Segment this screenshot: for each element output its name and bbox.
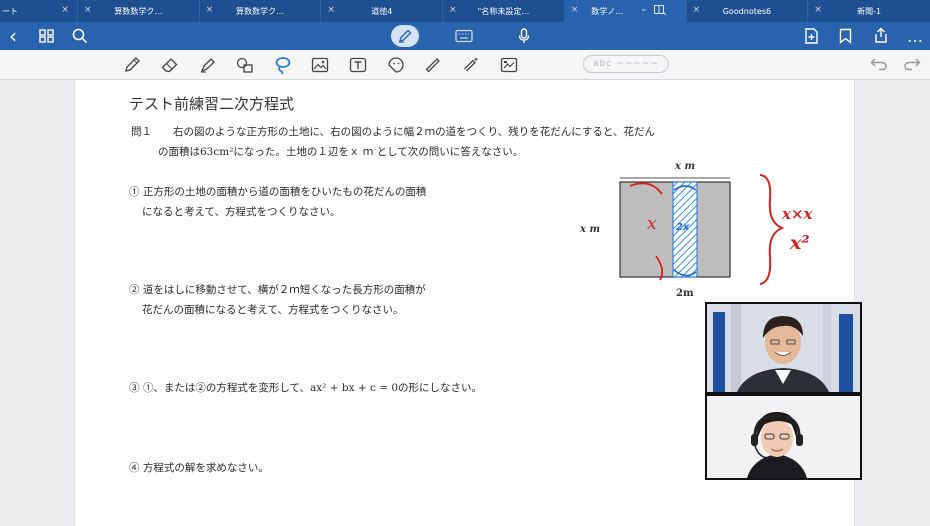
close-icon[interactable]: × [84, 5, 92, 15]
shapes-icon [236, 57, 253, 73]
tab-1[interactable]: ート × [0, 0, 78, 22]
image-icon [311, 57, 329, 73]
participant-1-avatar [707, 304, 860, 392]
close-icon[interactable]: × [449, 5, 457, 15]
tab-8[interactable]: × 新聞-1 [808, 0, 930, 22]
tab-5[interactable]: × "名称未設定… [443, 0, 565, 22]
tab-label: 数学ノ… [591, 6, 624, 16]
chevron-down-icon[interactable]: ⌄ [640, 4, 648, 14]
participant-2-avatar [707, 396, 860, 478]
ink-road-note: 2x [676, 222, 690, 233]
tab-label: Goodnotes6 [722, 6, 772, 16]
question-text-line-1: 右の図のような正方形の土地に、右の図のように幅２ｍの道をつくり、残りを花だんにす… [173, 126, 655, 138]
magic-pen-tool[interactable] [459, 53, 483, 77]
tab-label: ート [2, 6, 18, 16]
back-icon[interactable]: ‹ [4, 22, 22, 50]
ink-brace [759, 174, 785, 285]
share-icon[interactable] [873, 27, 889, 44]
close-icon[interactable]: × [693, 5, 701, 15]
keyboard-icon[interactable] [455, 29, 473, 43]
highlighter-icon [200, 58, 215, 73]
more-icon[interactable]: … [904, 22, 926, 50]
tab-7[interactable]: × Goodnotes6 [687, 0, 809, 22]
text-style-preview[interactable]: abc ~~~~~ [583, 55, 669, 73]
undo-icon[interactable] [870, 57, 888, 71]
lasso-tool-selected[interactable] [271, 53, 295, 77]
pen-mode-toggle[interactable] [391, 25, 419, 47]
ink-note-x-squared: x² [790, 232, 810, 254]
item-1-label: ① 正方形の土地の面積から道の面積をひいたもの花だんの面積 [129, 186, 427, 198]
tab-label: 新聞-1 [857, 6, 882, 16]
pen-icon [398, 29, 412, 43]
tab-6-active[interactable]: × 数学ノ… ⌄ [564, 0, 687, 22]
tab-3[interactable]: × 算数数学ク… [200, 0, 322, 22]
close-icon[interactable]: × [61, 5, 69, 15]
laser-pointer-icon [425, 58, 440, 73]
road-width-label: 2m [676, 288, 694, 299]
screenshot-icon [500, 57, 518, 73]
top-side-label: x m [675, 161, 696, 172]
tab-bar: ート × × 算数数学ク… × 算数数学ク… × 道徳4 × "名称未設定… ×… [0, 0, 930, 22]
item-1-cont: になると考えて、方程式をつくりなさい。 [142, 206, 341, 218]
close-icon[interactable]: × [571, 5, 579, 15]
item-2-label: ② 道をはしに移動させて、横が２ｍ短くなった長方形の面積が [129, 284, 426, 296]
bookmark-icon[interactable] [839, 28, 852, 44]
text-box-tool[interactable] [346, 53, 370, 77]
magic-wand-icon [464, 57, 479, 72]
close-icon[interactable]: × [206, 5, 214, 15]
left-side-label: x m [580, 224, 601, 235]
screenshot-tool[interactable] [497, 53, 521, 77]
tab-split-icon[interactable] [653, 5, 666, 16]
question-number: 問１ [131, 126, 152, 138]
eraser-tool[interactable] [158, 53, 182, 77]
ink-x-label: x [647, 214, 657, 234]
highlighter-tool[interactable] [196, 53, 220, 77]
pencil-icon [125, 57, 140, 72]
item-3-label: ③ ①、または②の方程式を変形して、ax² + bx + c = 0の形にしなさ… [129, 382, 483, 394]
tab-4[interactable]: × 道徳4 [321, 0, 444, 22]
tab-label: "名称未設定… [477, 6, 530, 16]
close-icon[interactable]: × [814, 5, 822, 15]
close-icon[interactable]: × [327, 5, 335, 15]
eraser-icon [161, 58, 178, 73]
grid-icon[interactable] [39, 29, 54, 43]
tab-label: 算数数学ク… [236, 6, 285, 16]
sticker-tool[interactable] [384, 53, 408, 77]
video-tile-participant-1[interactable] [705, 302, 862, 394]
shape-tool[interactable] [233, 53, 257, 77]
lasso-icon [275, 57, 291, 75]
tab-label: 道徳4 [371, 6, 393, 16]
laser-pointer-tool[interactable] [421, 53, 445, 77]
sticker-icon [388, 57, 404, 73]
search-icon[interactable] [72, 28, 88, 44]
image-tool[interactable] [308, 53, 332, 77]
redo-icon[interactable] [903, 57, 921, 71]
ink-note-x-times-x: x×x [782, 205, 813, 223]
document-title: テスト前練習二次方程式 [129, 95, 295, 113]
item-2-cont: 花だんの面積になると考えて、方程式をつくりなさい。 [142, 304, 404, 316]
tab-2[interactable]: × 算数数学ク… [78, 0, 200, 22]
add-page-icon[interactable] [804, 28, 819, 44]
land-diagram [619, 174, 785, 285]
video-tile-participant-2[interactable] [705, 394, 862, 480]
pencil-tool[interactable] [120, 53, 144, 77]
question-text-line-2: の面積は63cm²になった。土地の１辺をｘ ｍ として次の問いに答えなさい。 [158, 146, 524, 158]
text-box-icon [349, 57, 367, 73]
item-4-label: ④ 方程式の解を求めなさい。 [129, 462, 269, 474]
microphone-icon[interactable] [518, 28, 530, 44]
tab-label: 算数数学ク… [114, 6, 163, 16]
